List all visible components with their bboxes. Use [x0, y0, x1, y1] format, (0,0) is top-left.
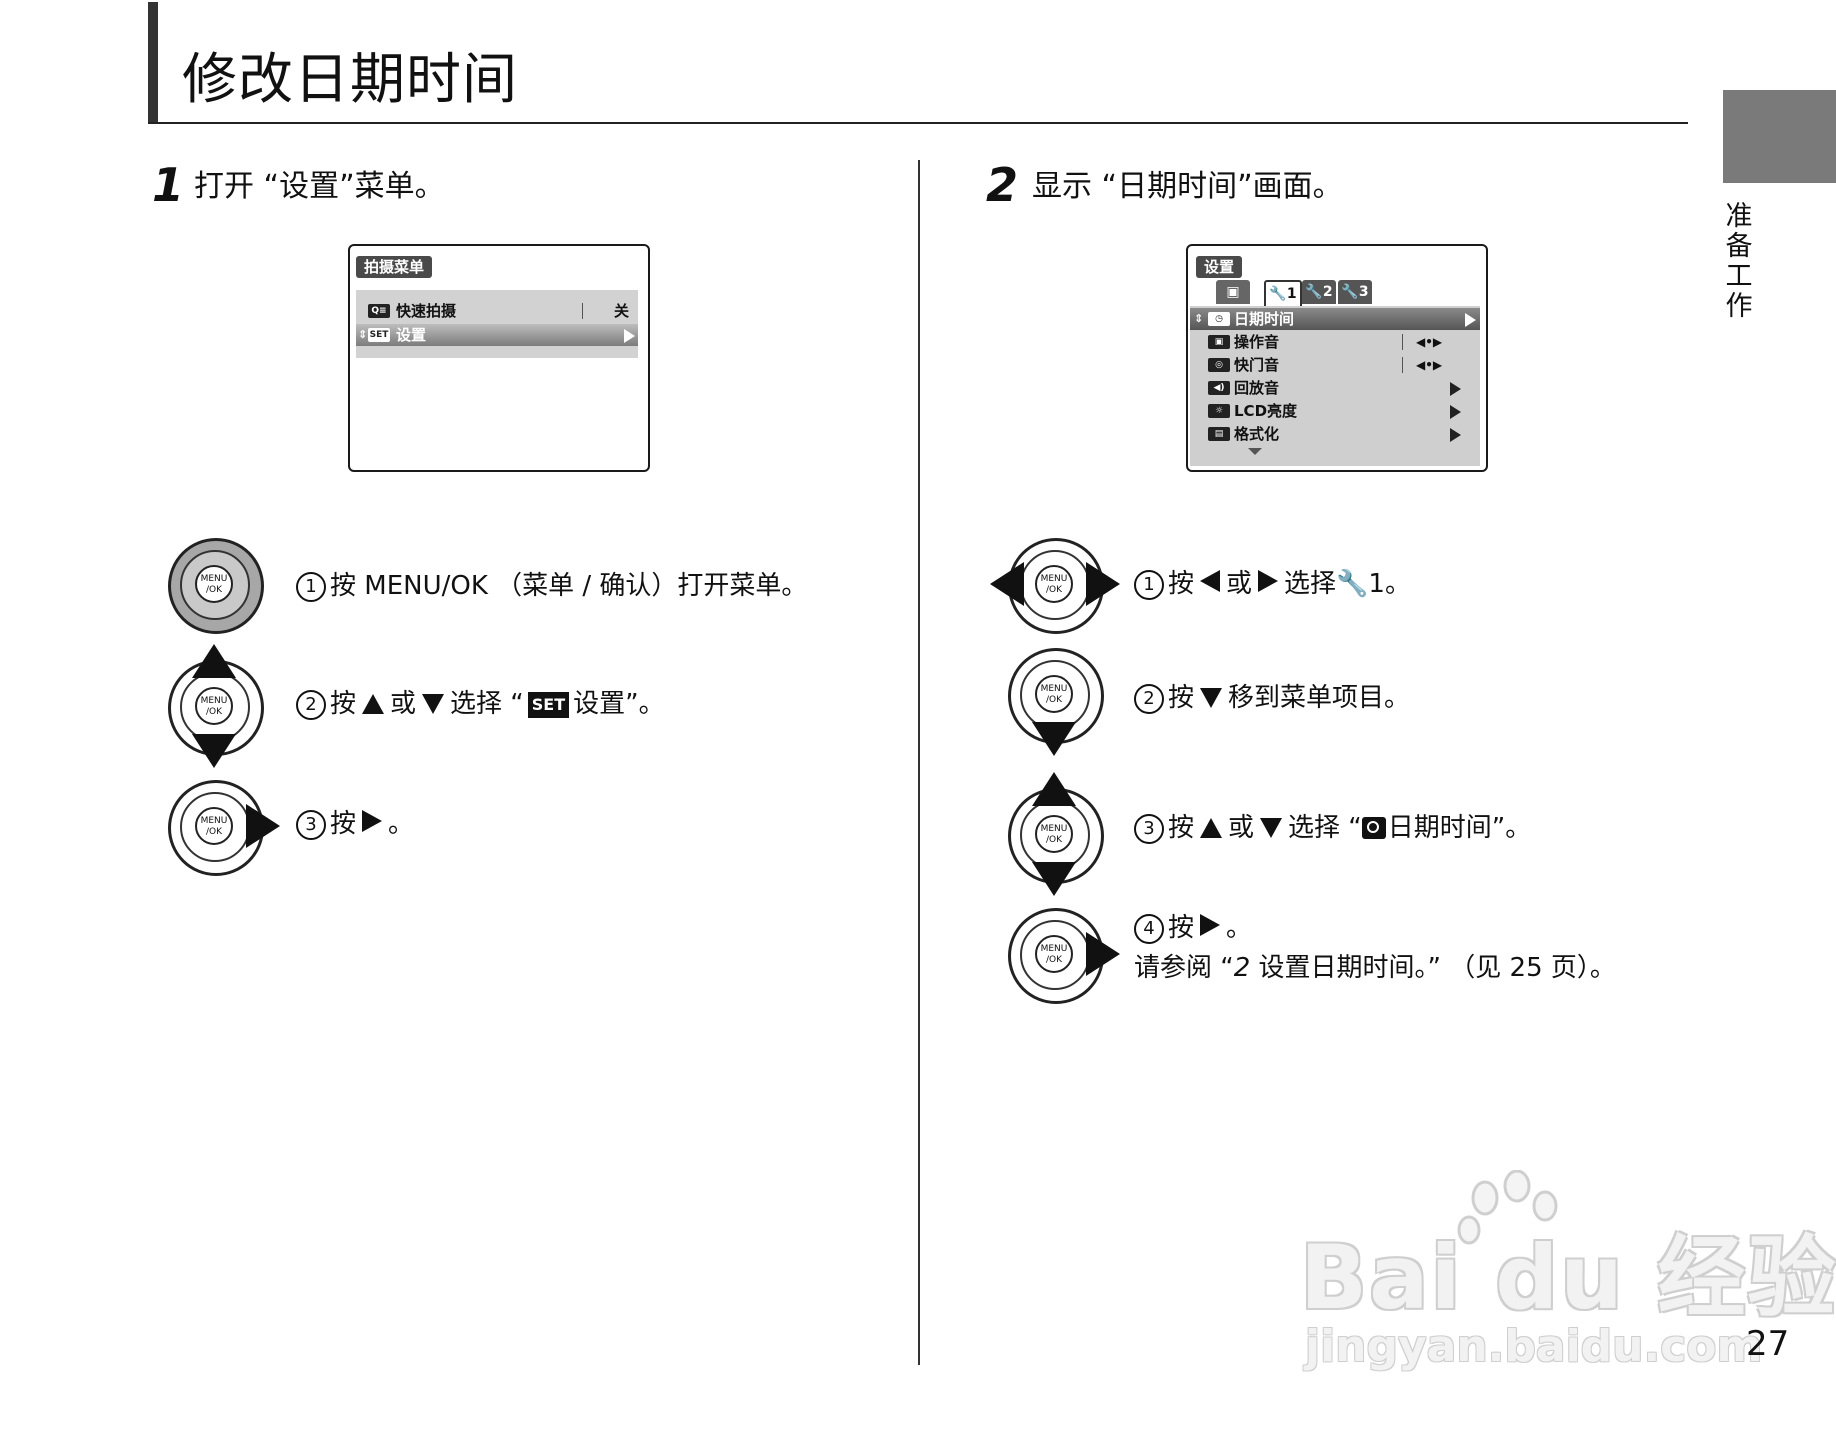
menu-row-operation-sound: ▣ 操作音 ◀•▶	[1190, 331, 1480, 353]
menu-row-date-time: ⇕ ◷ 日期时间	[1190, 308, 1480, 330]
menu-title: 设置	[1196, 256, 1243, 278]
menu-row-quick-shoot: Q≡ 快速拍摄 关	[356, 300, 638, 322]
watermark-brand: Bai du 经验	[1300, 1226, 1836, 1329]
arrow-right-icon	[1450, 428, 1461, 442]
format-icon: ▤	[1208, 427, 1230, 441]
quick-shoot-icon: Q≡	[368, 304, 390, 318]
title-accent-bar	[148, 2, 158, 124]
step-2-number: 2	[986, 158, 1019, 212]
menu-ok-button-icon: MENU/OK	[195, 565, 233, 603]
updown-icon: ⇕	[358, 328, 368, 341]
up-triangle-icon	[1200, 818, 1223, 838]
menu-row-lcd-brightness: ☼ LCD亮度	[1190, 400, 1480, 422]
up-arrow-icon	[1032, 772, 1076, 806]
menu-ok-button-icon: MENU/OK	[1035, 675, 1073, 713]
step-2-instruction-1: 1 按或选择🔧1。	[1134, 564, 1411, 604]
playback-sound-icon: ◀)	[1208, 381, 1230, 395]
watermark-url: jingyan.baidu.com	[1305, 1321, 1763, 1372]
left-arrow-icon	[990, 562, 1024, 606]
down-arrow-icon	[1032, 722, 1076, 756]
arrow-right-icon	[1465, 313, 1476, 327]
dpad-menu-ok: MENU/OK	[168, 538, 264, 634]
right-triangle-icon	[1200, 914, 1221, 936]
step-2-instruction-4: 4 按。	[1134, 908, 1252, 948]
tab-setup-3: 🔧3	[1338, 280, 1372, 304]
step-2-instruction-4-note: 请参阅 “2 设置日期时间。” （见 25 页）。	[1134, 953, 1616, 983]
menu-ok-button-icon: MENU/OK	[1035, 935, 1073, 973]
menu-row-playback-sound: ◀) 回放音	[1190, 377, 1480, 399]
tab-setup-2: 🔧2	[1302, 280, 1336, 304]
step-1-heading: 打开 “设置”菜单。	[194, 169, 445, 204]
column-divider	[918, 160, 920, 1365]
menu-panel: Q≡ 快速拍摄 关 ⇕ SET 设置	[356, 290, 638, 358]
menu-row-shutter-sound: ◎ 快门音 ◀•▶	[1190, 354, 1480, 376]
updown-icon: ⇕	[1194, 312, 1204, 325]
step-1-instruction-3: 3 按。	[296, 804, 414, 844]
right-triangle-icon	[1258, 570, 1279, 592]
arrow-right-icon	[1450, 405, 1461, 419]
set-icon: SET	[368, 328, 390, 342]
up-arrow-icon	[192, 644, 236, 678]
down-arrow-icon	[1032, 862, 1076, 896]
clock-icon: ◷	[1208, 312, 1230, 326]
menu-row-setup: ⇕ SET 设置	[356, 324, 638, 346]
scroll-down-icon	[1248, 448, 1262, 455]
step-1-instruction-1: 1按 MENU/OK （菜单 / 确认）打开菜单。	[296, 566, 807, 606]
down-arrow-icon	[192, 734, 236, 768]
menu-panel: ⇕ ◷ 日期时间 ▣ 操作音 ◀•▶ ◎ 快门音 ◀•▶ ◀) 回放音 ☼ LC…	[1190, 306, 1480, 466]
operation-sound-icon: ▣	[1208, 335, 1230, 349]
step-2-instruction-3: 3 按或选择 “日期时间”。	[1134, 808, 1531, 848]
step-1-number: 1	[152, 158, 185, 212]
arrow-right-icon	[1450, 382, 1461, 396]
volume-icon: ◀•▶	[1416, 335, 1443, 349]
step-1-instruction-2: 2 按或选择 “SET 设置”。	[296, 684, 665, 724]
lcd-shooting-menu: 拍摄菜单 Q≡ 快速拍摄 关 ⇕ SET 设置	[348, 244, 650, 472]
up-triangle-icon	[362, 694, 385, 714]
down-triangle-icon	[1200, 688, 1223, 708]
right-arrow-icon	[1086, 932, 1120, 976]
tab-camera: ▣	[1216, 280, 1250, 304]
step-2-heading: 显示 “日期时间”画面。	[1032, 169, 1343, 204]
menu-ok-button-icon: MENU/OK	[195, 687, 233, 725]
section-tab	[1723, 90, 1836, 183]
volume-icon: ◀•▶	[1416, 358, 1443, 372]
shutter-sound-icon: ◎	[1208, 358, 1230, 372]
section-label: 准 备 工 作	[1725, 201, 1753, 322]
step-2-instruction-2: 2 按移到菜单项目。	[1134, 678, 1410, 718]
lcd-setup-menu: 设置 ▣ 🔧1 🔧2 🔧3 ⇕ ◷ 日期时间 ▣ 操作音 ◀•▶ ◎ 快门音 ◀…	[1186, 244, 1488, 472]
wrench-icon: 🔧	[1336, 569, 1369, 599]
page-number: 27	[1746, 1324, 1790, 1364]
left-triangle-icon	[1200, 570, 1221, 592]
arrow-right-icon	[624, 329, 635, 343]
title-rule	[148, 122, 1688, 124]
clock-icon	[1361, 817, 1386, 839]
menu-row-format: ▤ 格式化	[1190, 423, 1480, 445]
down-triangle-icon	[1260, 818, 1283, 838]
page-title: 修改日期时间	[182, 47, 519, 111]
camera-icon: ▣	[1226, 284, 1240, 300]
right-triangle-icon	[362, 810, 383, 832]
menu-ok-button-icon: MENU/OK	[1035, 815, 1073, 853]
set-icon: SET	[527, 692, 570, 718]
down-triangle-icon	[422, 694, 445, 714]
tab-setup-1: 🔧1	[1264, 280, 1302, 306]
right-arrow-icon	[246, 804, 280, 848]
menu-title: 拍摄菜单	[356, 256, 433, 278]
menu-ok-button-icon: MENU/OK	[1035, 565, 1073, 603]
right-arrow-icon	[1086, 562, 1120, 606]
lcd-brightness-icon: ☼	[1208, 404, 1230, 418]
menu-ok-button-icon: MENU/OK	[195, 807, 233, 845]
